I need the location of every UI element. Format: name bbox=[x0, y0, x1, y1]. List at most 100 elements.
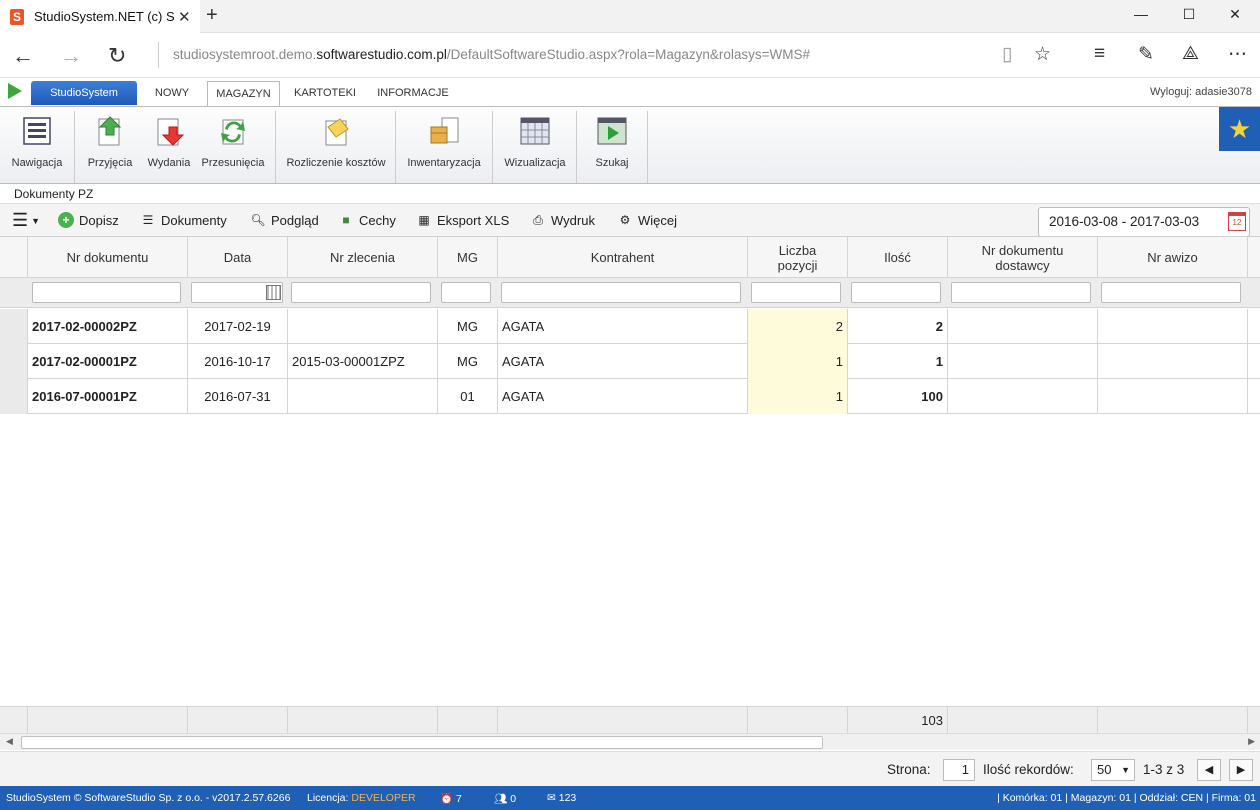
column-header-nr-dokumentu[interactable]: Nr dokumentu bbox=[28, 237, 188, 278]
refresh-icon[interactable]: ↻ bbox=[108, 43, 126, 69]
eksport-xls-button[interactable]: ▦ Eksport XLS bbox=[416, 212, 509, 228]
cechy-button[interactable]: ■ Cechy bbox=[338, 212, 395, 228]
play-icon[interactable] bbox=[8, 83, 22, 99]
prev-page-button[interactable]: ◀ bbox=[1197, 759, 1221, 781]
context-info: | Komórka: 01 | Magazyn: 01 | Oddział: C… bbox=[997, 792, 1256, 804]
studiosystem-logo-icon: S bbox=[10, 8, 24, 25]
share-icon[interactable]: ⟁ bbox=[1182, 43, 1199, 65]
przyjecia-button[interactable]: Przyjęcia bbox=[80, 107, 140, 183]
filter-nr-dokumentu-dostawcy[interactable] bbox=[951, 282, 1091, 303]
tab-nowy[interactable]: NOWY bbox=[144, 81, 200, 106]
calendar-icon[interactable] bbox=[266, 285, 281, 300]
row-selector[interactable] bbox=[0, 379, 28, 414]
new-tab-icon[interactable]: + bbox=[206, 4, 218, 27]
column-header-ilosc[interactable]: Ilość bbox=[848, 237, 948, 278]
url-field[interactable]: studiosystemroot.demo.softwarestudio.com… bbox=[158, 42, 988, 68]
rozliczenie-kosztow-button[interactable]: Rozliczenie kosztów bbox=[282, 107, 390, 183]
next-page-button[interactable]: ▶ bbox=[1229, 759, 1253, 781]
tab-kartoteki[interactable]: KARTOTEKI bbox=[288, 81, 362, 106]
cell-nr-awizo bbox=[1098, 344, 1248, 379]
alarm-clock-icon: ⏰ bbox=[440, 793, 454, 805]
add-icon: + bbox=[58, 212, 74, 228]
wiecej-button[interactable]: ⚙ Więcej bbox=[617, 212, 677, 228]
table-row[interactable]: 2016-07-00001PZ 2016-07-31 01 AGATA 1 10… bbox=[0, 379, 1260, 414]
favorite-star-icon[interactable]: ☆ bbox=[1034, 43, 1051, 66]
column-header-kontrahent[interactable]: Kontrahent bbox=[498, 237, 748, 278]
row-selector[interactable] bbox=[0, 309, 28, 344]
cell-liczba-pozycji: 1 bbox=[748, 344, 848, 379]
filter-ilosc[interactable] bbox=[851, 282, 941, 303]
records-per-page-select[interactable]: 50 ▼ bbox=[1091, 759, 1135, 781]
szukaj-button[interactable]: Szukaj bbox=[582, 107, 642, 183]
column-header-liczba-pozycji[interactable]: Liczba pozycji bbox=[748, 237, 848, 278]
cell-nr-zlecenia: 2015-03-00001ZPZ bbox=[288, 344, 438, 379]
inwentaryzacja-button[interactable]: Inwentaryzacja bbox=[402, 107, 486, 183]
page-number-input[interactable]: 1 bbox=[943, 759, 975, 781]
tab-magazyn[interactable]: MAGAZYN bbox=[207, 81, 280, 106]
ribbon-separator bbox=[395, 111, 396, 183]
dokumenty-button[interactable]: ☰ Dokumenty bbox=[140, 212, 227, 228]
summary-cell bbox=[748, 707, 848, 734]
column-header-nr-zlecenia[interactable]: Nr zlecenia bbox=[288, 237, 438, 278]
scrollbar-thumb[interactable] bbox=[21, 736, 823, 749]
horizontal-scrollbar[interactable]: ◀ ▶ bbox=[0, 733, 1260, 750]
cell-nr-dokumentu-dostawcy bbox=[948, 344, 1098, 379]
column-header-nr-dokumentu-dostawcy[interactable]: Nr dokumentu dostawcy bbox=[948, 237, 1098, 278]
scroll-left-icon[interactable]: ◀ bbox=[6, 736, 13, 747]
wizualizacja-button[interactable]: Wizualizacja bbox=[500, 107, 570, 183]
filter-data[interactable] bbox=[191, 282, 283, 303]
cell-liczba-pozycji: 1 bbox=[748, 379, 848, 414]
filter-mg[interactable] bbox=[441, 282, 491, 303]
favorites-star-icon[interactable]: ★ bbox=[1219, 107, 1260, 151]
messages-indicator[interactable]: ✉ 123 bbox=[547, 792, 576, 804]
date-range-picker[interactable]: 2016-03-08 - 2017-03-03 12 bbox=[1038, 207, 1250, 237]
close-window-icon[interactable]: ✕ bbox=[1212, 6, 1258, 23]
logout-link[interactable]: Wyloguj: adasie3078 bbox=[1150, 86, 1252, 98]
more-icon[interactable]: ⋯ bbox=[1228, 43, 1247, 66]
browser-tab[interactable]: S StudioSystem.NET (c) Sc ✕ bbox=[0, 0, 200, 33]
filter-nr-zlecenia[interactable] bbox=[291, 282, 431, 303]
cell-ilosc: 2 bbox=[848, 309, 948, 344]
przesuniecia-button[interactable]: Przesunięcia bbox=[200, 107, 266, 183]
filter-kontrahent[interactable] bbox=[501, 282, 741, 303]
web-note-icon[interactable]: ✎ bbox=[1138, 43, 1154, 66]
column-header-nr-awizo[interactable]: Nr awizo bbox=[1098, 237, 1248, 278]
cell-ilosc: 100 bbox=[848, 379, 948, 414]
column-header-data[interactable]: Data bbox=[188, 237, 288, 278]
filter-nr-dokumentu[interactable] bbox=[32, 282, 181, 303]
alarm-indicator[interactable]: ⏰ 7 bbox=[440, 792, 462, 805]
minimize-icon[interactable]: — bbox=[1118, 6, 1164, 22]
reading-view-icon[interactable]: ▯ bbox=[1002, 43, 1012, 66]
column-header-mg[interactable]: MG bbox=[438, 237, 498, 278]
forward-icon[interactable]: → bbox=[60, 43, 82, 69]
row-selector[interactable] bbox=[0, 344, 28, 379]
tab-informacje[interactable]: INFORMACJE bbox=[370, 81, 456, 106]
maximize-icon[interactable]: ☐ bbox=[1166, 6, 1212, 23]
browser-titlebar: S StudioSystem.NET (c) Sc ✕ + — ☐ ✕ bbox=[0, 0, 1260, 33]
scroll-right-icon[interactable]: ▶ bbox=[1248, 736, 1255, 747]
dopisz-button[interactable]: + Dopisz bbox=[58, 212, 119, 228]
envelope-icon: ✉ bbox=[547, 792, 556, 804]
close-tab-icon[interactable]: ✕ bbox=[178, 8, 191, 26]
podglad-button[interactable]: 🔍︎ Podgląd bbox=[250, 212, 318, 228]
row-selector-header bbox=[0, 237, 28, 278]
table-row[interactable]: 2017-02-00001PZ 2016-10-17 2015-03-00001… bbox=[0, 344, 1260, 379]
users-indicator[interactable]: 👥︎ 0 bbox=[494, 792, 516, 805]
calendar-icon[interactable]: 12 bbox=[1228, 212, 1246, 231]
wydania-button[interactable]: Wydania bbox=[142, 107, 196, 183]
license-info: Licencja: DEVELOPER bbox=[307, 792, 416, 804]
wydruk-button[interactable]: ⎙ Wydruk bbox=[530, 212, 595, 228]
nawigacja-button[interactable]: Nawigacja bbox=[4, 107, 70, 183]
filter-nr-awizo[interactable] bbox=[1101, 282, 1241, 303]
ribbon-separator bbox=[576, 111, 577, 183]
filter-liczba-pozycji[interactable] bbox=[751, 282, 841, 303]
menu-icon[interactable]: ☰ ▼ bbox=[12, 210, 40, 231]
summary-cell bbox=[0, 707, 28, 734]
back-icon[interactable]: ← bbox=[12, 43, 34, 69]
page-title: Dokumenty PZ bbox=[14, 187, 94, 201]
table-row[interactable]: 2017-02-00002PZ 2017-02-19 MG AGATA 2 2 bbox=[0, 309, 1260, 344]
hub-icon[interactable]: ≡ bbox=[1094, 43, 1105, 65]
users-icon: 👥︎ bbox=[494, 793, 508, 805]
tab-title: StudioSystem.NET (c) Sc bbox=[34, 9, 174, 24]
studiosystem-tab[interactable]: StudioSystem bbox=[31, 81, 137, 105]
